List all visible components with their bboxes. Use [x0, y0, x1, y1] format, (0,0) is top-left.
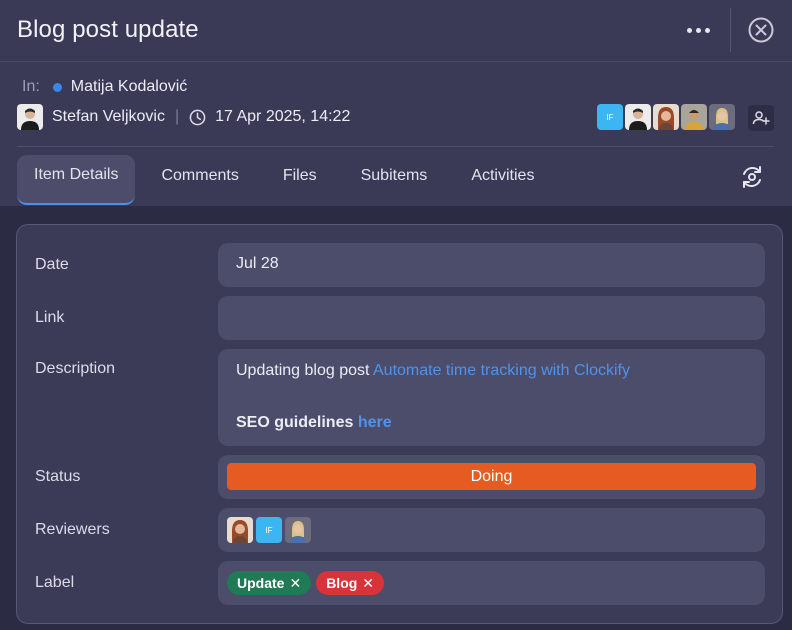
- header-bar: Blog post update: [0, 0, 792, 62]
- reviewer-avatar[interactable]: IF: [256, 517, 282, 543]
- reviewer-avatar[interactable]: [285, 517, 311, 543]
- follower-avatar[interactable]: [681, 104, 707, 130]
- tab-files[interactable]: Files: [266, 155, 334, 196]
- more-options-button[interactable]: [678, 14, 718, 46]
- page-title: Blog post update: [17, 16, 199, 43]
- label-chip-text: Blog: [326, 575, 358, 591]
- close-circle-icon: [748, 17, 774, 43]
- followers-list: IF: [597, 104, 737, 130]
- follower-avatar[interactable]: IF: [597, 104, 623, 130]
- in-label: In:: [22, 78, 40, 95]
- tab-comments[interactable]: Comments: [144, 155, 255, 196]
- reviewer-avatar[interactable]: [227, 517, 253, 543]
- add-user-icon: [752, 111, 770, 125]
- clock-icon: [189, 109, 206, 125]
- reviewers-label: Reviewers: [35, 521, 110, 538]
- description-line-1: Updating blog post Automate time trackin…: [236, 362, 747, 380]
- description-label: Description: [35, 360, 116, 377]
- more-horizontal-icon: [686, 27, 692, 33]
- status-badge[interactable]: Doing: [227, 463, 756, 490]
- meta-separator: |: [174, 108, 180, 125]
- link-field[interactable]: [218, 296, 765, 340]
- author-name[interactable]: Stefan Veljkovic: [52, 108, 165, 126]
- item-meta-section: In: Matija Kodalović Stefan Veljkovic | …: [0, 62, 792, 206]
- remove-icon[interactable]: ✕: [289, 575, 301, 592]
- follower-avatar[interactable]: [709, 104, 735, 130]
- meta-divider: [17, 146, 774, 147]
- tab-item-details[interactable]: Item Details: [17, 155, 136, 205]
- remove-icon[interactable]: ✕: [362, 575, 374, 592]
- seo-guidelines-text: SEO guidelines: [236, 414, 358, 431]
- tab-activities[interactable]: Activities: [454, 155, 551, 196]
- list-color-dot: [52, 82, 62, 92]
- label-chip-update[interactable]: Update ✕: [227, 571, 312, 595]
- date-label: Date: [35, 256, 69, 273]
- description-line-2: SEO guidelines here: [236, 414, 747, 432]
- label-chips: Update ✕ Blog ✕: [227, 571, 389, 595]
- description-text: Updating blog post: [236, 362, 373, 379]
- status-field[interactable]: Doing: [218, 455, 765, 499]
- status-label: Status: [35, 468, 81, 485]
- description-field[interactable]: Updating blog post Automate time trackin…: [218, 349, 765, 446]
- link-label: Link: [35, 309, 65, 326]
- tab-bar: Item Details Comments Files Subitems Act…: [17, 155, 561, 205]
- label-chip-blog[interactable]: Blog ✕: [316, 571, 385, 595]
- author-row: Stefan Veljkovic | 17 Apr 2025, 14:22: [17, 104, 350, 130]
- date-value: Jul 28: [236, 255, 279, 272]
- seo-guidelines-link[interactable]: here: [358, 414, 392, 431]
- author-avatar[interactable]: [17, 104, 43, 130]
- follower-avatar[interactable]: [625, 104, 651, 130]
- blog-post-link[interactable]: Automate time tracking with Clockify: [373, 362, 630, 379]
- reviewers-field[interactable]: IF: [218, 508, 765, 552]
- item-details-panel: Date Jul 28 Link Description Updating bl…: [16, 224, 783, 624]
- tab-subitems[interactable]: Subitems: [344, 155, 445, 196]
- header-divider: [730, 8, 731, 52]
- refresh-button[interactable]: [738, 163, 766, 191]
- created-timestamp: 17 Apr 2025, 14:22: [215, 108, 351, 125]
- date-field[interactable]: Jul 28: [218, 243, 765, 287]
- follower-avatar[interactable]: [653, 104, 679, 130]
- label-chip-text: Update: [237, 575, 285, 591]
- add-follower-button[interactable]: [748, 105, 774, 131]
- parent-list-row: In: Matija Kodalović: [22, 78, 187, 96]
- label-label: Label: [35, 574, 75, 591]
- close-button[interactable]: [747, 16, 775, 44]
- parent-list-name[interactable]: Matija Kodalović: [71, 78, 188, 96]
- reviewer-avatars: IF: [227, 517, 314, 543]
- refresh-eye-icon: [743, 166, 761, 188]
- label-field[interactable]: Update ✕ Blog ✕: [218, 561, 765, 605]
